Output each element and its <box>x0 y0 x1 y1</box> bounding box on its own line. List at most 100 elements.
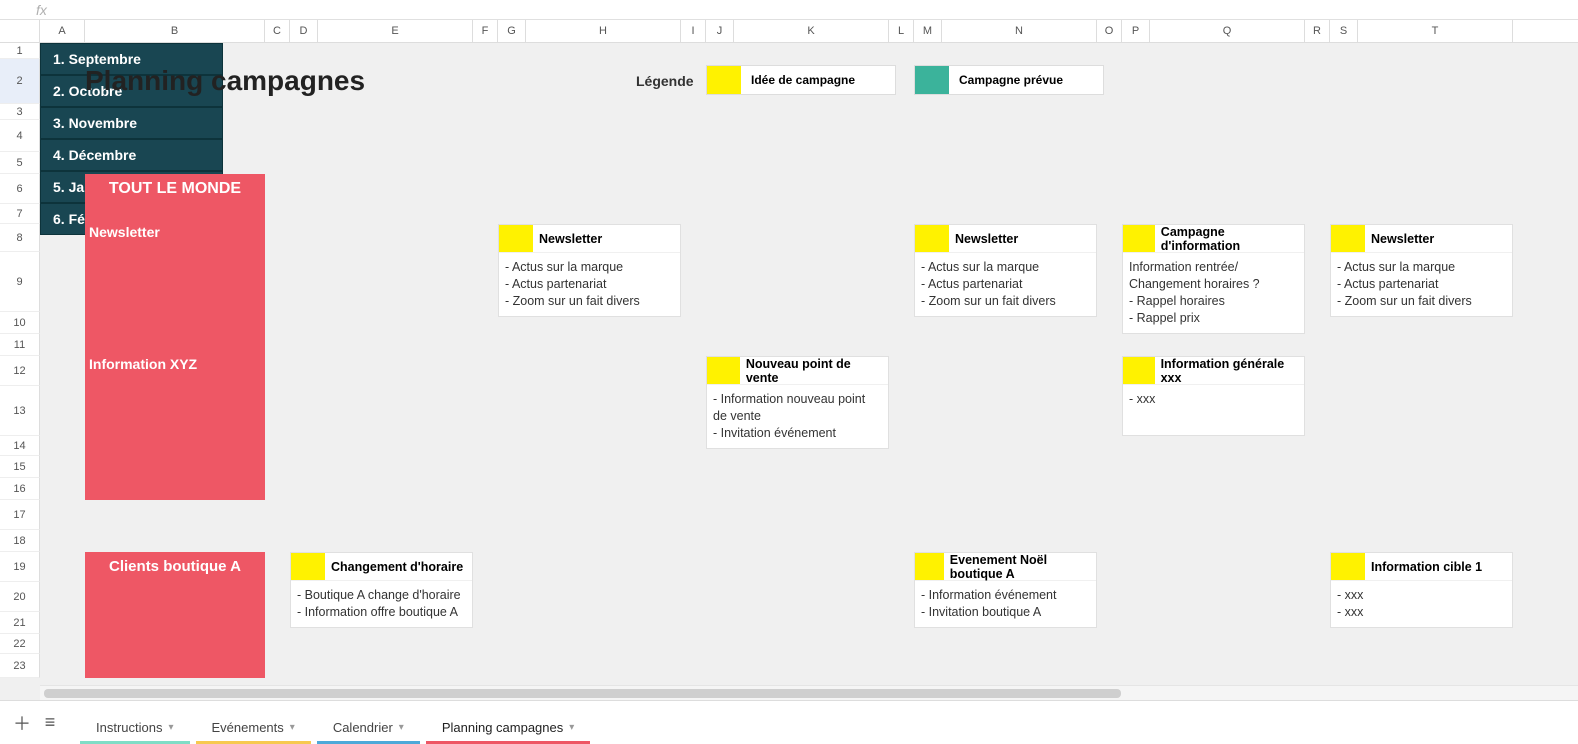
sheet-tab[interactable]: Instructions ▾ <box>80 710 190 744</box>
card-swatch-icon <box>707 357 740 384</box>
row-header[interactable]: 22 <box>0 634 40 654</box>
row-header[interactable]: 13 <box>0 386 40 436</box>
column-header[interactable]: R <box>1305 20 1330 42</box>
add-sheet-button[interactable]: ＋ <box>8 709 36 737</box>
column-header[interactable]: G <box>498 20 526 42</box>
row-header[interactable]: 9 <box>0 252 40 312</box>
column-header[interactable]: E <box>318 20 473 42</box>
column-header[interactable]: L <box>889 20 914 42</box>
horizontal-scrollbar[interactable] <box>40 685 1578 700</box>
column-header[interactable]: T <box>1358 20 1513 42</box>
month-header: 3. Novembre <box>40 107 223 139</box>
sheet-tab[interactable]: Calendrier ▾ <box>317 710 420 744</box>
row-header[interactable]: 4 <box>0 120 40 152</box>
card-title: Campagne d'information <box>1155 225 1304 252</box>
chevron-down-icon[interactable]: ▾ <box>290 722 295 733</box>
legend-item: Idée de campagne <box>706 65 896 95</box>
column-header[interactable]: A <box>40 20 85 42</box>
row-header[interactable]: 12 <box>0 356 40 386</box>
card-feb-cible[interactable]: Information cible 1- xxx - xxx <box>1330 552 1513 628</box>
card-dec-noel[interactable]: Evenement Noël boutique A- Information é… <box>914 552 1097 628</box>
column-header[interactable]: I <box>681 20 706 42</box>
row-header[interactable]: 5 <box>0 152 40 174</box>
card-body: - Information événement - Invitation bou… <box>915 581 1096 627</box>
card-body: Information rentrée/ Changement horaires… <box>1123 253 1304 333</box>
row-headers: 1234567891011121314151617181920212223 <box>0 43 40 678</box>
select-all-corner[interactable] <box>0 20 40 42</box>
grid-canvas[interactable]: Planning campagnesLégendeIdée de campagn… <box>40 43 1513 678</box>
legend-label: Légende <box>636 73 694 89</box>
row-header[interactable]: 19 <box>0 552 40 582</box>
column-header[interactable]: M <box>914 20 942 42</box>
card-swatch-icon <box>1331 553 1365 580</box>
card-sep-horaire[interactable]: Changement d'horaire- Boutique A change … <box>290 552 473 628</box>
column-header[interactable]: B <box>85 20 265 42</box>
row-header[interactable]: 16 <box>0 478 40 500</box>
sheet-tab-label: Planning campagnes <box>442 720 563 735</box>
row-header[interactable]: 7 <box>0 204 40 224</box>
card-title: Evenement Noël boutique A <box>944 553 1096 580</box>
sheet-tab-label: Instructions <box>96 720 162 735</box>
column-header[interactable]: C <box>265 20 290 42</box>
card-body: - Boutique A change d'horaire - Informat… <box>291 581 472 627</box>
card-oct-newsletter[interactable]: Newsletter- Actus sur la marque - Actus … <box>498 224 681 317</box>
row-header[interactable]: 23 <box>0 654 40 678</box>
row-header[interactable]: 15 <box>0 456 40 478</box>
legend-swatch-yellow <box>707 66 741 94</box>
column-header[interactable]: N <box>942 20 1097 42</box>
card-title: Newsletter <box>949 225 1024 252</box>
column-header[interactable]: S <box>1330 20 1358 42</box>
column-header[interactable]: D <box>290 20 318 42</box>
chevron-down-icon[interactable]: ▾ <box>569 722 574 733</box>
card-swatch-icon <box>1123 357 1155 384</box>
row-header[interactable]: 3 <box>0 104 40 120</box>
card-dec-newsletter[interactable]: Newsletter- Actus sur la marque - Actus … <box>914 224 1097 317</box>
chevron-down-icon[interactable]: ▾ <box>399 722 404 733</box>
row-header[interactable]: 8 <box>0 224 40 252</box>
column-headers: ABCDEFGHIJKLMNOPQRST <box>0 20 1578 43</box>
card-jan-info[interactable]: Information générale xxx- xxx <box>1122 356 1305 436</box>
sheet-area: ABCDEFGHIJKLMNOPQRST 1234567891011121314… <box>0 20 1578 700</box>
card-swatch-icon <box>915 225 949 252</box>
row-header[interactable]: 10 <box>0 312 40 334</box>
row-header[interactable]: 6 <box>0 174 40 204</box>
row-header[interactable]: 20 <box>0 582 40 612</box>
card-body: - Actus sur la marque - Actus partenaria… <box>915 253 1096 316</box>
sheet-tabs: Instructions▾Evénements▾Calendrier▾Plann… <box>80 701 596 744</box>
column-header[interactable]: P <box>1122 20 1150 42</box>
row-header[interactable]: 21 <box>0 612 40 634</box>
row-header[interactable]: 1 <box>0 43 40 59</box>
card-jan-campaign[interactable]: Campagne d'informationInformation rentré… <box>1122 224 1305 334</box>
column-header[interactable]: O <box>1097 20 1122 42</box>
column-header[interactable]: K <box>734 20 889 42</box>
segment-title: TOUT LE MONDE <box>85 174 265 204</box>
card-title: Changement d'horaire <box>325 553 469 580</box>
card-nov-point-de-vente[interactable]: Nouveau point de vente- Information nouv… <box>706 356 889 449</box>
all-sheets-menu-button[interactable]: ≡ <box>36 709 64 737</box>
card-feb-newsletter[interactable]: Newsletter- Actus sur la marque - Actus … <box>1330 224 1513 317</box>
row-header[interactable]: 14 <box>0 436 40 456</box>
fx-icon: fx <box>36 2 47 18</box>
row-header[interactable]: 17 <box>0 500 40 530</box>
row-header[interactable]: 18 <box>0 530 40 552</box>
chevron-down-icon[interactable]: ▾ <box>168 722 173 733</box>
card-body: - Information nouveau point de vente - I… <box>707 385 888 448</box>
card-body: - Actus sur la marque - Actus partenaria… <box>1331 253 1512 316</box>
scrollbar-thumb[interactable] <box>44 689 1121 698</box>
sheet-tab-label: Evénements <box>212 720 284 735</box>
segment-row: Newsletter <box>85 218 265 240</box>
card-swatch-icon <box>1331 225 1365 252</box>
column-header[interactable]: H <box>526 20 681 42</box>
row-header[interactable]: 2 <box>0 59 40 104</box>
sheet-tab[interactable]: Planning campagnes ▾ <box>426 710 590 744</box>
month-header: 4. Décembre <box>40 139 223 171</box>
column-header[interactable]: J <box>706 20 734 42</box>
column-header[interactable]: F <box>473 20 498 42</box>
sheet-tab-label: Calendrier <box>333 720 393 735</box>
card-title: Newsletter <box>533 225 608 252</box>
segment-clients-a: Clients boutique A <box>85 552 265 678</box>
card-body: - xxx <box>1123 385 1304 414</box>
sheet-tab[interactable]: Evénements ▾ <box>196 710 311 744</box>
column-header[interactable]: Q <box>1150 20 1305 42</box>
row-header[interactable]: 11 <box>0 334 40 356</box>
